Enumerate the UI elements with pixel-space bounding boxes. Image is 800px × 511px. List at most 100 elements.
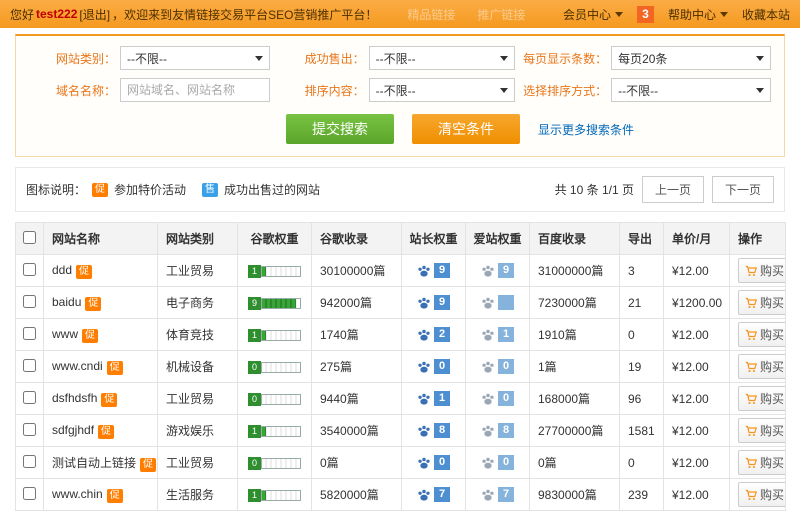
- category-select[interactable]: --不限--: [120, 46, 270, 70]
- chinaz-weight-cell: 9: [401, 286, 466, 319]
- aizhan-weight-value: 0: [498, 391, 514, 407]
- site-name-cell: dsfhdsfh 促: [43, 382, 158, 415]
- site-name-link[interactable]: www.cndi: [52, 359, 103, 373]
- sold-legend-text: 成功出售过的网站: [224, 183, 321, 197]
- site-category: 工业贸易: [157, 254, 238, 287]
- site-name-link[interactable]: dsfhdsfh: [52, 391, 97, 405]
- buy-button[interactable]: 购买: [738, 258, 785, 283]
- site-name-cell: ddd 促: [43, 254, 158, 287]
- welcome-text: ，欢迎来到友情链接交易平台SEO营销推广平台！: [112, 7, 378, 22]
- chinaz-weight-value: 9: [434, 295, 450, 311]
- cart-icon: [745, 425, 757, 436]
- username: test222: [36, 7, 78, 21]
- domain-name-input[interactable]: [120, 78, 270, 102]
- paw-icon: [482, 393, 494, 405]
- prev-page-button[interactable]: 上一页: [641, 176, 704, 203]
- google-index-count: 275篇: [311, 350, 402, 383]
- buy-button[interactable]: 购买: [738, 482, 785, 507]
- member-center-menu[interactable]: 会员中心: [563, 6, 623, 23]
- action-cell: 购买: [729, 382, 786, 415]
- baidu-index-count: 9830000篇: [529, 478, 620, 511]
- chinaz-weight-value: 0: [434, 359, 450, 375]
- row-checkbox[interactable]: [23, 294, 36, 308]
- row-checkbox[interactable]: [23, 422, 36, 436]
- favorite-label: 收藏本站: [741, 7, 790, 22]
- paw-icon: [418, 489, 430, 501]
- buy-button[interactable]: 购买: [738, 450, 785, 475]
- site-category: 工业贸易: [157, 446, 238, 479]
- topbar: 您好 test222 [退出] ，欢迎来到友情链接交易平台SEO营销推广平台！ …: [0, 0, 800, 28]
- chinaz-weight-value: 7: [434, 487, 450, 503]
- paw-icon: [418, 297, 430, 309]
- aizhan-weight-value: 0: [498, 455, 514, 471]
- sold-status-label: 成功售出：: [304, 51, 365, 66]
- price-per-month: ¥12.00: [663, 414, 730, 447]
- table-row: 测试自动上链接促工业贸易 0 0篇 0 0 0篇 0 ¥12.00 购买: [15, 446, 786, 479]
- table-row: sdfgjhdf 促 游戏娱乐 1 3540000篇 8 8 27700000篇 1581 ¥12…: [15, 414, 786, 447]
- site-name-link[interactable]: sdfgjhdf: [52, 423, 94, 437]
- promo-badge: 促: [101, 392, 118, 407]
- row-checkbox[interactable]: [23, 486, 36, 500]
- paw-icon: [418, 393, 430, 405]
- aizhan-weight-cell: 1: [465, 318, 530, 351]
- logout-link[interactable]: [退出]: [79, 6, 110, 23]
- site-name-cell: www 促: [43, 318, 158, 351]
- chevron-down-icon: [500, 87, 509, 93]
- sort-content-select[interactable]: --不限--: [368, 78, 516, 102]
- table-row: dsfhdsfh 促 工业贸易 0 9440篇 1 0 168000篇 96 ¥12.00 购买: [15, 382, 786, 415]
- site-name-link[interactable]: www: [52, 327, 78, 341]
- submit-search-button[interactable]: 提交搜索: [286, 114, 394, 144]
- clear-conditions-button[interactable]: 清空条件: [412, 114, 520, 144]
- site-name-link[interactable]: baidu: [52, 295, 81, 309]
- sold-status-select[interactable]: --不限--: [368, 46, 516, 70]
- promo-badge: 促: [98, 424, 115, 439]
- buy-button[interactable]: 购买: [738, 386, 785, 411]
- chinaz-weight-value: 9: [434, 263, 450, 279]
- site-name-cell: baidu 促: [43, 286, 158, 319]
- help-center-menu[interactable]: 帮助中心: [668, 6, 728, 23]
- aizhan-weight-cell: 9: [465, 254, 530, 287]
- row-checkbox[interactable]: [23, 358, 36, 372]
- site-name-cell: sdfgjhdf 促: [43, 414, 158, 447]
- price-per-month: ¥12.00: [663, 318, 730, 351]
- select-all-checkbox[interactable]: [23, 230, 36, 244]
- favorite-link[interactable]: 收藏本站: [742, 6, 790, 23]
- site-name-link[interactable]: 测试自动上链接: [52, 456, 136, 470]
- sites-table-container: 网站名称 网站类别 谷歌权重 谷歌收录 站长权重 爱站权重 百度收录 导出 单价/月 操作 ddd…: [15, 222, 786, 511]
- nav-item-tuiguang[interactable]: 推广链接: [477, 6, 525, 23]
- search-panel: 网站类别： --不限-- 成功售出： --不限-- 每页显示条数： 每页20条 …: [15, 34, 785, 157]
- next-page-button[interactable]: 下一页: [711, 176, 774, 203]
- promo-badge: 促: [106, 488, 123, 503]
- cart-icon: [745, 489, 757, 500]
- sort-content-select-value: --不限--: [375, 83, 416, 98]
- aizhan-weight-value: 0: [498, 359, 514, 375]
- buy-button-label: 购买: [760, 328, 785, 342]
- row-checkbox[interactable]: [23, 454, 36, 468]
- action-cell: 购买: [729, 254, 786, 287]
- site-name-cell: www.chin 促: [43, 478, 158, 511]
- column-header: 谷歌收录: [311, 222, 402, 255]
- notification-badge[interactable]: 3: [636, 5, 654, 23]
- nav-item-jingpin[interactable]: 精品链接: [407, 6, 455, 23]
- site-name-link[interactable]: www.chin: [52, 487, 103, 501]
- page-size-select[interactable]: 每页20条: [611, 46, 772, 70]
- action-cell: 购买: [729, 318, 786, 351]
- chinaz-weight-value: 8: [434, 423, 450, 439]
- more-conditions-link[interactable]: 显示更多搜索条件: [538, 121, 634, 138]
- row-checkbox[interactable]: [23, 326, 36, 340]
- baidu-index-count: 1篇: [529, 350, 620, 383]
- buy-button[interactable]: 购买: [738, 322, 785, 347]
- row-checkbox[interactable]: [23, 390, 36, 404]
- site-table-body: ddd 促工业贸易 1 30100000篇 9 9 31000000篇 3 ¥12.00 购买 ba…: [15, 254, 786, 511]
- promo-badge: 促: [85, 296, 102, 311]
- buy-button[interactable]: 购买: [738, 354, 785, 379]
- column-header: 操作: [729, 222, 786, 255]
- row-checkbox[interactable]: [23, 262, 36, 276]
- site-name-link[interactable]: ddd: [52, 263, 72, 277]
- help-center-label: 帮助中心: [667, 7, 716, 22]
- buy-button[interactable]: 购买: [738, 290, 785, 315]
- promo-badge: 促: [76, 264, 93, 279]
- buy-button[interactable]: 购买: [738, 418, 785, 443]
- sort-order-select[interactable]: --不限--: [611, 78, 772, 102]
- chevron-down-icon: [719, 11, 728, 17]
